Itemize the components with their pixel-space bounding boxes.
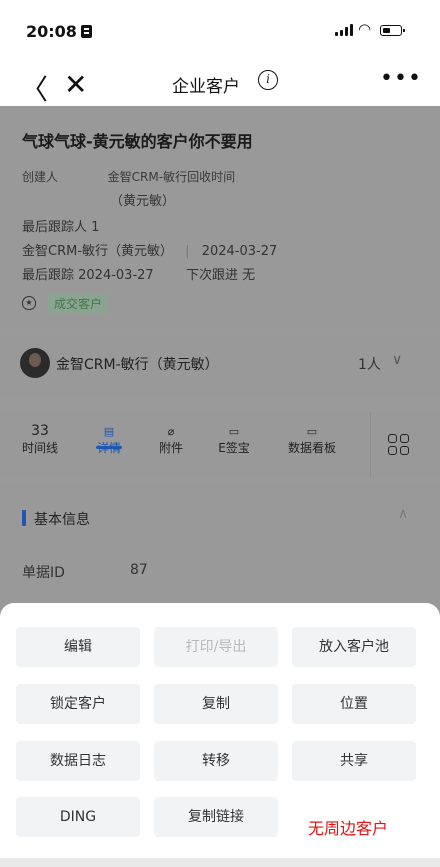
signal-icon xyxy=(335,24,353,36)
status-badge: 成交客户 xyxy=(48,293,109,314)
close-icon[interactable]: ✕ xyxy=(64,68,87,101)
owner-count: 1人 xyxy=(358,357,381,373)
next-follow: 下次跟进 无 xyxy=(185,268,256,283)
last-follower: 最后跟踪人 1 xyxy=(22,220,100,235)
nav-bar: 〈 ✕ 企业客户 i ••• xyxy=(0,64,440,106)
record-title: 气球气球-黄元敏的客户你不要用 xyxy=(22,132,253,151)
tab-label: 附件 xyxy=(158,441,183,455)
creator-label: 创建人 xyxy=(22,170,59,184)
record-date: 2024-03-27 xyxy=(201,244,278,259)
recycle-label: 回收时间 xyxy=(187,170,236,184)
person-date-row: 金智CRM-敏行（黄元敏） | 2024-03-27 xyxy=(22,240,277,259)
battery-icon xyxy=(380,25,405,36)
location-button[interactable]: 位置 xyxy=(292,684,416,724)
bottom-strip xyxy=(0,858,440,867)
print-export-button: 打印/导出 xyxy=(154,627,278,667)
tab-dashboard[interactable]: ▭ 数据看板 xyxy=(284,424,340,456)
section-accent xyxy=(22,510,26,526)
tab-timeline[interactable]: 33 时间线 xyxy=(22,424,58,456)
details-icon: ▤ xyxy=(103,425,115,438)
action-sheet: 编辑 打印/导出 放入客户池 锁定客户 复制 位置 数据日志 转移 共享 DIN… xyxy=(0,603,440,867)
transfer-button[interactable]: 转移 xyxy=(154,741,278,781)
copy-link-button[interactable]: 复制链接 xyxy=(154,797,278,837)
field-value-id: 87 xyxy=(130,562,148,578)
tab-esign[interactable]: ▭ E签宝 xyxy=(214,424,254,456)
active-tab-indicator xyxy=(96,446,122,449)
owner-row[interactable]: 金智CRM-敏行（黄元敏） 1人 ∨ xyxy=(0,334,440,394)
data-log-button[interactable]: 数据日志 xyxy=(16,741,140,781)
paperclip-icon: ⌀ xyxy=(167,425,175,438)
notification-icon xyxy=(80,25,92,38)
wifi-icon: ◠ xyxy=(358,20,372,38)
copy-button[interactable]: 复制 xyxy=(154,684,278,724)
tab-label: E签宝 xyxy=(218,441,250,455)
status-time: 20:08 xyxy=(26,22,92,41)
dashboard-icon: ▭ xyxy=(306,425,318,438)
no-nearby-customers-message: 无周边客户 xyxy=(308,819,389,838)
record-card: 气球气球-黄元敏的客户你不要用 创建人 金智CRM-敏行回收时间 （黄元敏） 最… xyxy=(0,106,440,332)
owner-name: 金智CRM-敏行（黄元敏） xyxy=(56,357,219,373)
ding-button[interactable]: DING xyxy=(16,797,140,837)
share-button[interactable]: 共享 xyxy=(292,741,416,781)
divider: | xyxy=(185,244,190,259)
tab-bar: 33 时间线 ▤ 详情 ⌀ 附件 ▭ E签宝 ▭ 数据看板 xyxy=(0,412,440,478)
tab-label: 数据看板 xyxy=(287,441,336,455)
person-name: 金智CRM-敏行（黄元敏） xyxy=(22,244,174,259)
tab-attachments[interactable]: ⌀ 附件 xyxy=(156,424,186,456)
esign-icon: ▭ xyxy=(228,425,240,438)
avatar xyxy=(20,348,50,378)
tab-details[interactable]: ▤ 详情 xyxy=(94,424,124,456)
timeline-count: 33 xyxy=(31,423,49,439)
back-icon[interactable]: 〈 xyxy=(20,68,48,108)
basic-info-section: 基本信息 ∧ 单据ID 87 xyxy=(0,484,440,604)
status-bar: 20:08 ◠ xyxy=(0,0,440,64)
shield-icon: ★ xyxy=(22,296,36,310)
creator-value-2: （黄元敏） xyxy=(110,194,176,209)
info-icon[interactable]: i xyxy=(258,70,278,90)
tab-label: 时间线 xyxy=(22,441,59,455)
section-title: 基本信息 xyxy=(34,512,90,528)
chevron-up-icon[interactable]: ∧ xyxy=(398,506,408,522)
follow-row: 最后跟踪 2024-03-27 下次跟进 无 xyxy=(22,264,255,283)
add-to-pool-button[interactable]: 放入客户池 xyxy=(292,627,416,667)
more-icon[interactable]: ••• xyxy=(380,66,422,91)
page-title: 企业客户 xyxy=(172,77,240,97)
lock-customer-button[interactable]: 锁定客户 xyxy=(16,684,140,724)
grid-icon[interactable] xyxy=(388,434,410,456)
tab-divider xyxy=(370,412,371,478)
field-label-id: 单据ID xyxy=(22,565,65,581)
creator-value: 金智CRM-敏行 xyxy=(107,170,188,184)
creator-row: 创建人 金智CRM-敏行回收时间 xyxy=(22,168,235,185)
chevron-down-icon[interactable]: ∨ xyxy=(392,352,402,368)
edit-button[interactable]: 编辑 xyxy=(16,627,140,667)
last-follow: 最后跟踪 2024-03-27 xyxy=(22,268,154,283)
